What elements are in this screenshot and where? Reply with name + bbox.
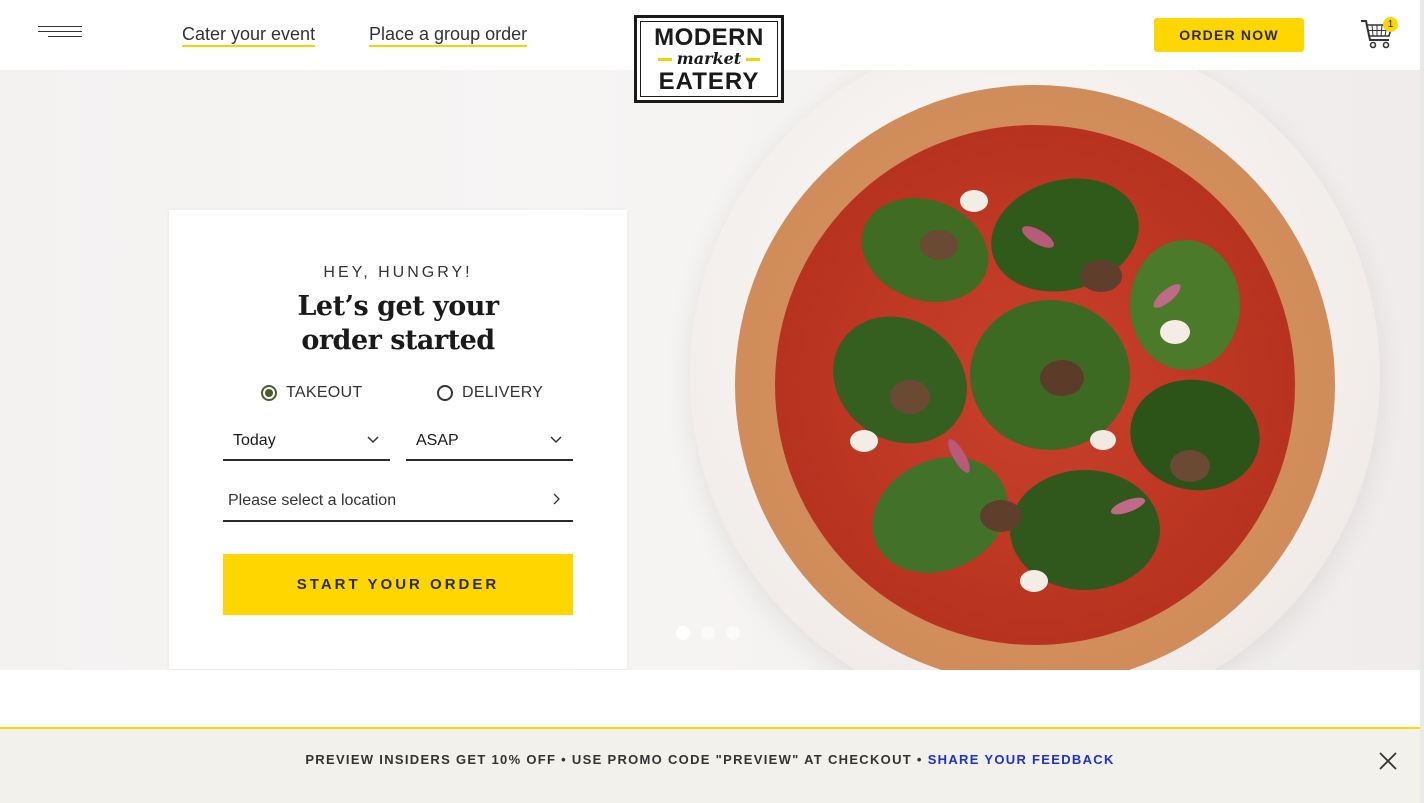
carousel-dots	[676, 626, 751, 645]
nav-link-cater[interactable]: Cater your event	[182, 24, 316, 47]
pizza-image	[690, 70, 1380, 670]
chevron-down-icon	[367, 436, 379, 444]
menu-icon[interactable]	[38, 26, 82, 42]
radio-delivery[interactable]: DELIVERY	[437, 384, 543, 402]
scrollbar[interactable]	[1420, 0, 1424, 803]
order-now-button[interactable]: ORDER NOW	[1154, 18, 1304, 52]
carousel-dot[interactable]	[701, 626, 715, 640]
promo-banner: PREVIEW INSIDERS GET 10% OFF • USE PROMO…	[0, 727, 1420, 803]
logo-text-bottom: EATERY	[658, 68, 760, 95]
radio-unselected-icon	[437, 385, 453, 401]
cart-count-badge: 1	[1383, 17, 1398, 32]
logo-text-top: MODERN	[654, 24, 764, 51]
logo-text-middle: market	[637, 50, 781, 68]
order-card-eyebrow: HEY, HUNGRY!	[323, 264, 473, 281]
order-card-headline: Let’s get your order started	[297, 291, 499, 356]
logo[interactable]: MODERN market EATERY	[634, 15, 784, 103]
close-icon[interactable]	[1378, 751, 1398, 771]
promo-banner-text: PREVIEW INSIDERS GET 10% OFF • USE PROMO…	[305, 752, 1115, 767]
chevron-down-icon	[550, 436, 562, 444]
carousel-dot[interactable]	[676, 626, 690, 640]
order-card: HEY, HUNGRY! Let’s get your order starte…	[169, 210, 627, 669]
radio-takeout[interactable]: TAKEOUT	[261, 384, 362, 402]
location-picker[interactable]: Please select a location	[223, 482, 573, 522]
time-select[interactable]: ASAP	[406, 422, 573, 461]
start-order-button[interactable]: START YOUR ORDER	[223, 554, 573, 615]
hero-section: HEY, HUNGRY! Let’s get your order starte…	[0, 70, 1420, 670]
day-select[interactable]: Today	[223, 422, 390, 461]
radio-selected-icon	[261, 385, 277, 401]
carousel-dot[interactable]	[726, 626, 740, 640]
nav-link-group-order[interactable]: Place a group order	[369, 24, 528, 47]
share-feedback-link[interactable]: SHARE YOUR FEEDBACK	[928, 752, 1115, 767]
chevron-right-icon	[553, 493, 560, 505]
